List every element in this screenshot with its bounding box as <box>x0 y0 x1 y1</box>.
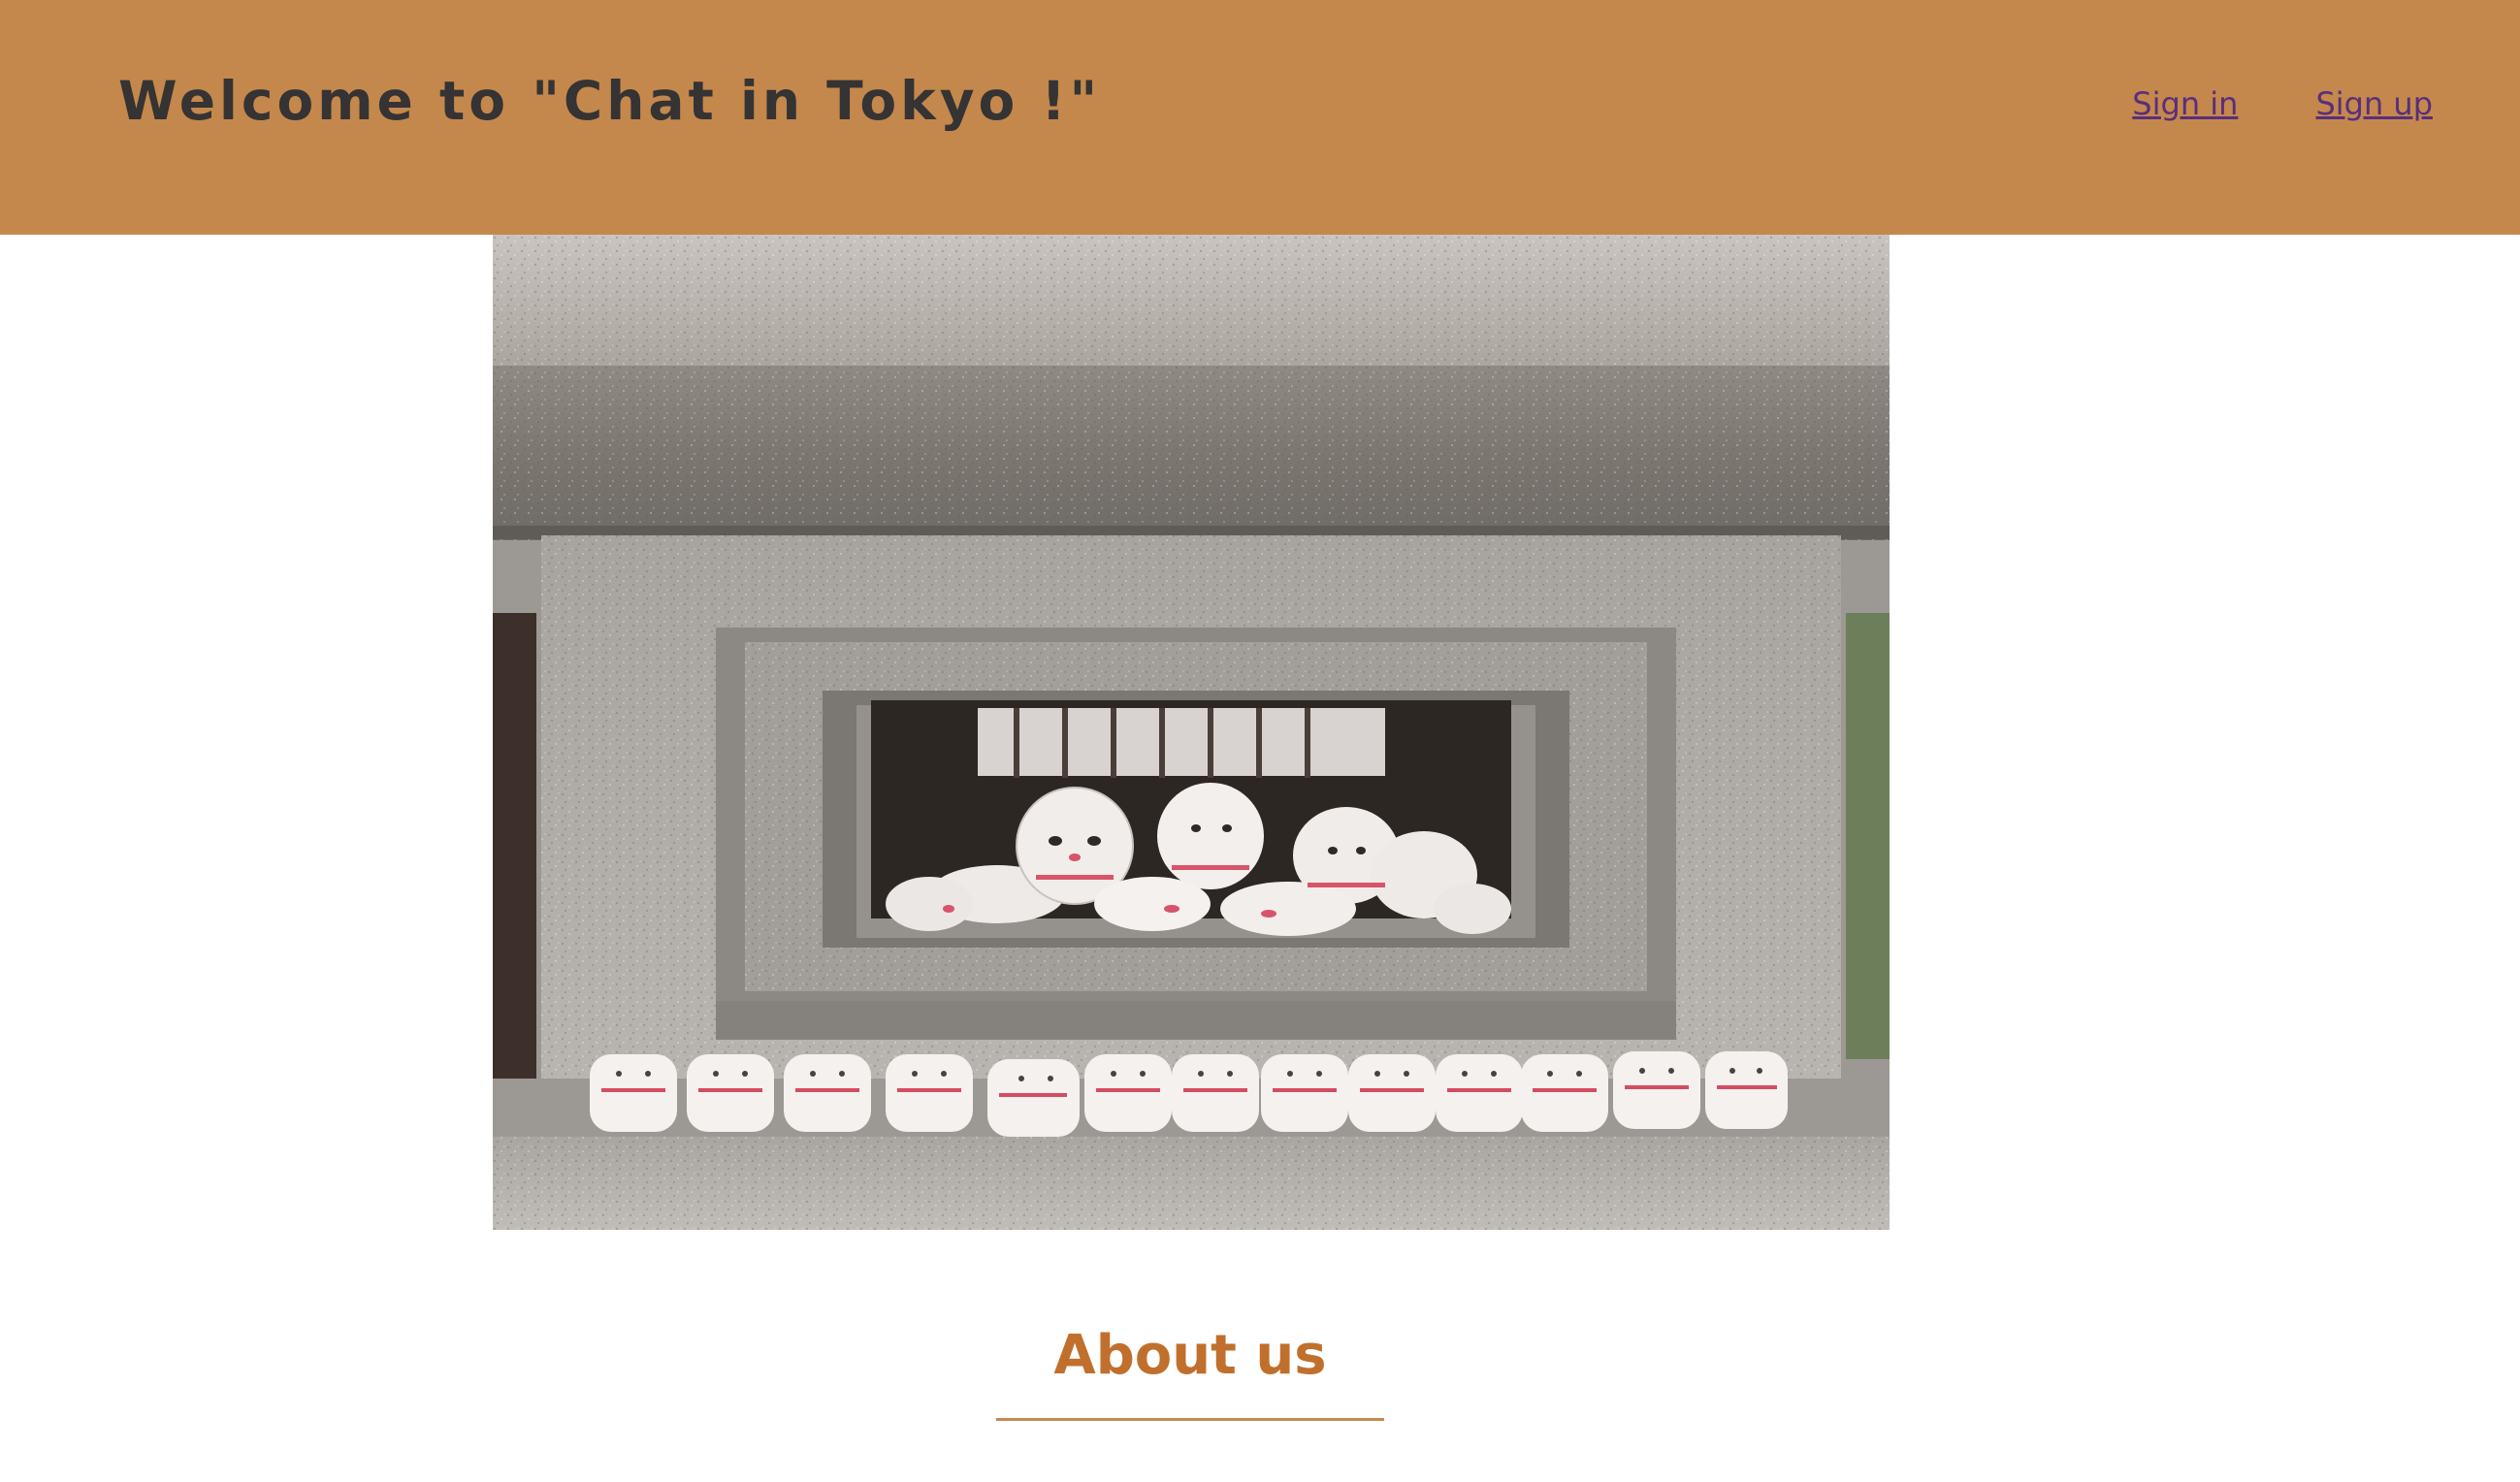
hero-image <box>493 235 1890 1230</box>
site-header: Welcome to "Chat in Tokyo !" Sign in Sig… <box>0 0 2520 235</box>
sign-in-link[interactable]: Sign in <box>2132 85 2238 122</box>
sign-up-link[interactable]: Sign up <box>2315 85 2433 122</box>
site-title: Welcome to "Chat in Tokyo !" <box>118 70 1102 132</box>
about-divider <box>996 1418 1384 1421</box>
about-section: About us <box>996 1324 1384 1387</box>
header-nav: Sign in Sign up <box>2132 85 2433 122</box>
about-heading: About us <box>1053 1324 1327 1387</box>
